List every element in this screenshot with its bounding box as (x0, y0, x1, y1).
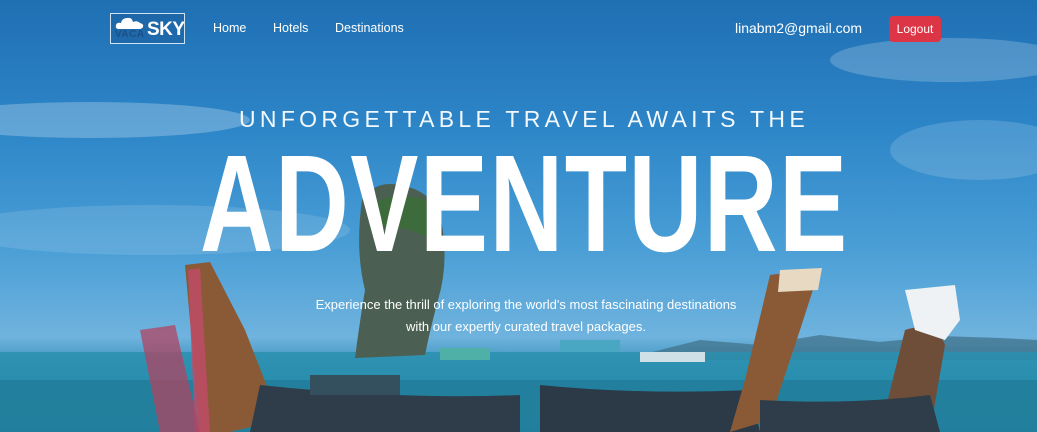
vacasky-logo[interactable]: VACA SKY (110, 13, 185, 44)
hero-description: Experience the thrill of exploring the w… (0, 294, 1037, 338)
hero-description-line-1: Experience the thrill of exploring the w… (315, 297, 737, 312)
logo-text-sky: SKY (147, 19, 185, 40)
logo-text-vaca: VACA (115, 29, 145, 40)
cloud-icon (115, 17, 144, 29)
navbar: VACA SKY Home Hotels Destinations linabm… (0, 0, 1037, 58)
hero-headline: ADVENTURE (199, 127, 849, 281)
hero-description-line-2: with our expertly curated travel package… (406, 319, 646, 334)
hero-section: VACA SKY Home Hotels Destinations linabm… (0, 0, 1037, 432)
nav-link-hotels[interactable]: Hotels (273, 21, 308, 35)
nav-link-home[interactable]: Home (213, 21, 246, 35)
logout-button[interactable]: Logout (889, 16, 941, 42)
nav-link-destinations[interactable]: Destinations (335, 21, 404, 35)
user-email: linabm2@gmail.com (735, 20, 863, 36)
